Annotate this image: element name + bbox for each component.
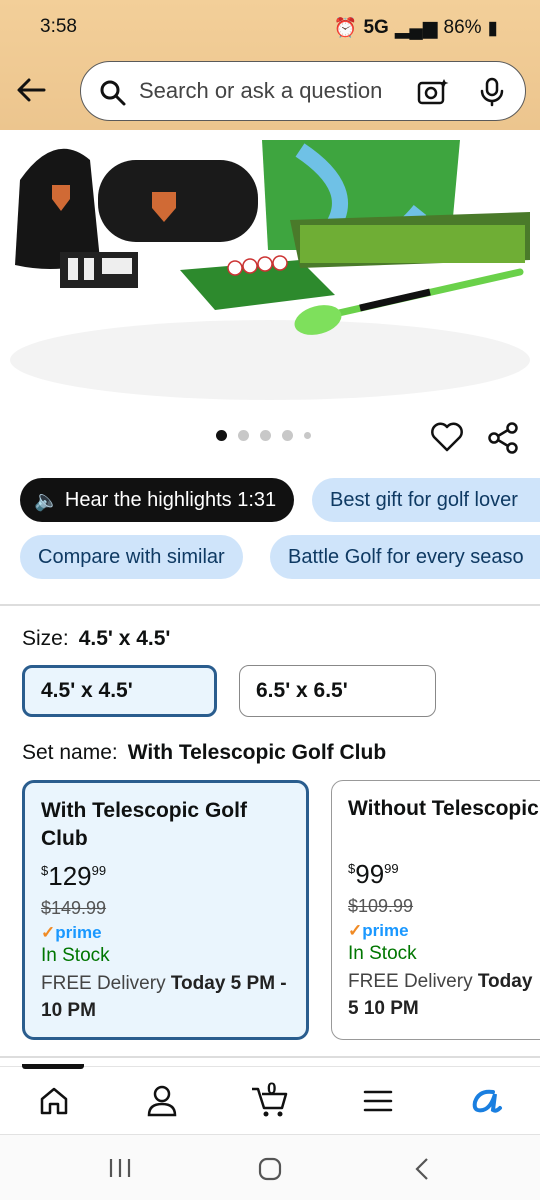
variant-title: With Telescopic Golf Club [41, 799, 247, 850]
section-divider [0, 1056, 540, 1058]
product-image[interactable] [0, 130, 540, 410]
status-bar: 3:58 ⏰ 5G ▂▄▆ 86% ▮ [0, 0, 540, 56]
network-label: 5G [363, 17, 389, 38]
account-icon[interactable] [142, 1083, 182, 1119]
prime-badge: ✓prime [348, 921, 409, 940]
size-option-selected[interactable]: 4.5' x 4.5' [22, 665, 217, 717]
variant-price: $9999 [348, 859, 399, 889]
prime-badge: ✓prime [41, 923, 102, 942]
variant-list-price: $109.99 [348, 896, 414, 916]
size-selected-value: 4.5' x 4.5' [78, 627, 171, 650]
search-icon [99, 79, 127, 112]
signal-icon: ▂▄▆ [394, 17, 438, 39]
rufus-assistant-icon[interactable] [466, 1083, 506, 1119]
stock-status: In Stock [41, 945, 110, 966]
hear-highlights-chip[interactable]: 🔈 Hear the highlights 1:31 [20, 478, 295, 522]
variant-card-selected[interactable]: With Telescopic Golf Club $12999 $149.99… [22, 780, 309, 1040]
speaker-sparkle-icon: 🔈 [34, 489, 59, 512]
variant-price: $12999 [41, 861, 107, 891]
stock-status: In Stock [348, 943, 417, 964]
set-name-label: Set name: With Telescopic Golf Club [22, 741, 387, 764]
cart-count: 0 [267, 1079, 277, 1098]
prime-check-icon: ✓ [348, 921, 363, 940]
carousel-dot[interactable] [216, 430, 227, 441]
search-input[interactable] [139, 78, 389, 104]
every-season-chip[interactable]: Battle Golf for every seaso [270, 535, 540, 579]
best-gift-chip[interactable]: Best gift for golf lover [312, 478, 540, 522]
section-divider [0, 604, 540, 606]
compare-similar-chip[interactable]: Compare with similar [20, 535, 243, 579]
size-label: Size: 4.5' x 4.5' [22, 627, 171, 650]
home-button-icon[interactable] [258, 1157, 282, 1186]
variant-title: Without Telescopic [348, 797, 539, 820]
home-icon[interactable] [34, 1083, 74, 1119]
active-tab-indicator [22, 1064, 84, 1069]
share-icon[interactable] [486, 421, 520, 460]
carousel-dot[interactable] [282, 430, 293, 441]
battery-label: 86% [443, 17, 482, 38]
carousel-indicator[interactable] [216, 430, 311, 441]
carousel-dot[interactable] [260, 430, 271, 441]
status-time: 3:58 [40, 16, 77, 37]
alarm-icon: ⏰ [333, 18, 358, 39]
cart-icon[interactable]: 0 [250, 1079, 290, 1119]
variant-card-clip: Without Telescopic $9999 $109.99 ✓prime … [331, 780, 540, 1040]
battery-icon: ▮ [487, 17, 498, 39]
menu-icon[interactable] [358, 1083, 398, 1119]
carousel-dot[interactable] [304, 432, 311, 439]
microphone-icon[interactable] [479, 77, 505, 112]
set-name-selected-value: With Telescopic Golf Club [127, 741, 387, 764]
delivery-info: FREE Delivery Today 5 PM - 10 PM [41, 973, 287, 1021]
variant-card[interactable]: Without Telescopic $9999 $109.99 ✓prime … [331, 780, 540, 1040]
size-option[interactable]: 6.5' x 6.5' [239, 665, 436, 717]
bottom-nav: 0 [0, 1066, 540, 1132]
carousel-dot[interactable] [238, 430, 249, 441]
delivery-info: FREE Delivery Today 5 10 PM [348, 971, 533, 1019]
system-nav-bar [0, 1134, 540, 1200]
variant-list-price: $149.99 [41, 898, 107, 918]
heart-icon[interactable] [430, 421, 464, 458]
prime-check-icon: ✓ [41, 923, 56, 942]
back-arrow-icon[interactable] [14, 72, 50, 108]
back-button-icon[interactable] [412, 1156, 432, 1187]
recent-apps-icon[interactable] [108, 1157, 132, 1184]
camera-search-icon[interactable] [417, 77, 449, 112]
search-bar[interactable] [80, 61, 526, 121]
